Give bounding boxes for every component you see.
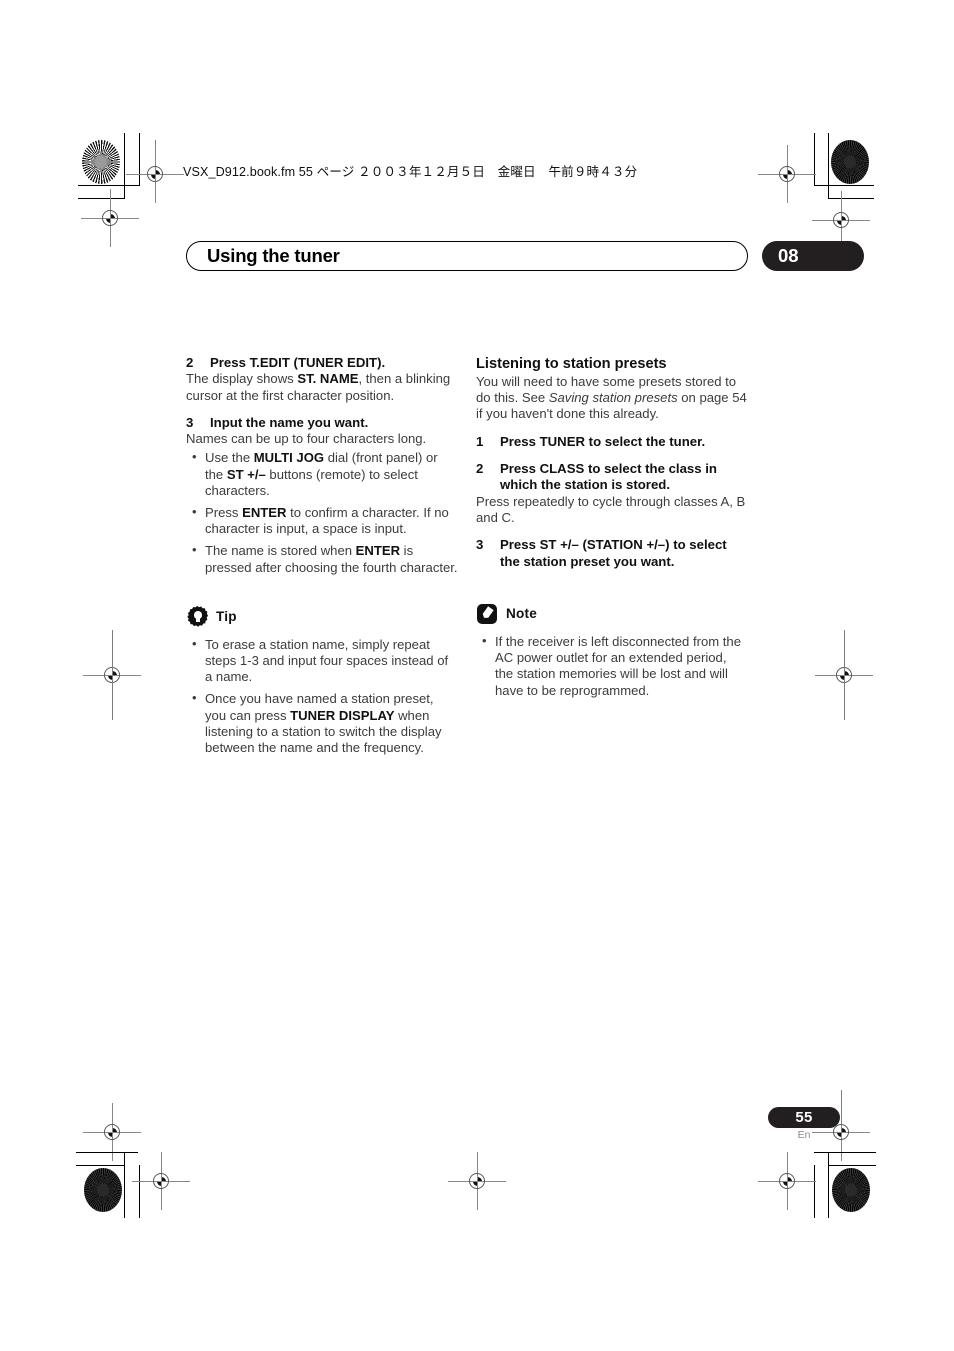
intro-text-italic: Saving station presets xyxy=(548,390,678,406)
crop-mark-br-h1 xyxy=(814,1152,876,1154)
step-2-body: The display shows ST. NAME, then a blink… xyxy=(186,371,458,403)
registration-star-top-left xyxy=(82,140,120,184)
crop-mark-tr-h2 xyxy=(828,198,874,200)
crop-mark-tr-v2 xyxy=(814,133,816,185)
tick-left-middle-v xyxy=(111,630,113,720)
registration-mark-left-upper xyxy=(81,189,139,247)
registration-mark-left-lower xyxy=(83,1103,141,1161)
step-2-body-pre: The display shows xyxy=(186,371,298,387)
step-2-heading: 2 Press T.EDIT (TUNER EDIT). xyxy=(186,355,458,371)
registration-mark-bottom-center xyxy=(448,1152,506,1210)
crop-mark-tl-v1 xyxy=(124,133,126,198)
tip-callout-header: Tip xyxy=(186,605,458,628)
bullet-text-pre: The name is stored when xyxy=(205,543,356,559)
bullet-text-pre: Use the xyxy=(205,450,254,466)
rstep-3-number: 3 xyxy=(476,537,484,553)
list-item: The name is stored when ENTER is pressed… xyxy=(186,542,458,575)
chapter-badge: 08 xyxy=(762,241,864,271)
crop-mark-br-v1 xyxy=(828,1152,830,1218)
crop-mark-bl-v1 xyxy=(124,1152,126,1218)
step-3-heading: 3 Input the name you want. xyxy=(186,415,458,431)
bullet-text-pre: If the receiver is left disconnected fro… xyxy=(495,634,741,698)
registration-mark-bottom-right xyxy=(758,1152,816,1210)
list-item: Press ENTER to confirm a character. If n… xyxy=(186,504,458,537)
step-2-body-bold: ST. NAME xyxy=(297,371,359,387)
gear-lightbulb-icon xyxy=(186,605,208,628)
crop-mark-tl-v2 xyxy=(139,133,141,185)
page-title-bar: Using the tuner xyxy=(186,241,748,271)
print-file-header: VSX_D912.book.fm 55 ページ ２００３年１２月５日 金曜日 午… xyxy=(183,165,638,179)
list-item: Once you have named a station preset, yo… xyxy=(186,690,458,756)
rstep-2-heading: 2 Press CLASS to select the class in whi… xyxy=(476,461,748,494)
tick-right-middle-v xyxy=(843,630,845,720)
bullet-text-bold: TUNER DISPLAY xyxy=(290,707,395,723)
crop-mark-tl-h2 xyxy=(78,198,125,200)
bullet-text-pre: Press xyxy=(205,505,243,521)
crop-mark-bl-v2 xyxy=(139,1165,141,1218)
rstep-1-number: 1 xyxy=(476,433,484,449)
step-3-title: Input the name you want. xyxy=(210,414,369,430)
crop-mark-tl-h1 xyxy=(78,185,140,187)
note-callout-header: Note xyxy=(476,603,748,625)
registration-star-bottom-right xyxy=(832,1168,870,1212)
tip-label: Tip xyxy=(216,608,237,624)
bullet-text-bold: ENTER xyxy=(242,505,287,521)
rstep-3-title: Press ST +/– (STATION +/–) to select the… xyxy=(500,537,727,569)
page-language-label: En xyxy=(797,1129,811,1141)
registration-mark-bottom-left xyxy=(132,1152,190,1210)
registration-star-bottom-left xyxy=(84,1168,122,1212)
step-2-number: 2 xyxy=(186,355,194,370)
crop-mark-br-h2 xyxy=(828,1165,876,1167)
tip-bullet-list: To erase a station name, simply repeat s… xyxy=(186,636,458,756)
list-item: To erase a station name, simply repeat s… xyxy=(186,636,458,686)
bullet-text-bold: MULTI JOG xyxy=(253,450,325,466)
rstep-2-body: Press repeatedly to cycle through classe… xyxy=(476,493,746,526)
step-2-title: Press T.EDIT (TUNER EDIT). xyxy=(210,355,386,370)
rstep-2-number: 2 xyxy=(476,461,484,477)
registration-mark-top-left xyxy=(126,145,184,203)
registration-star-top-right xyxy=(831,140,869,184)
page-number-badge: 55 xyxy=(768,1107,840,1128)
registration-mark-right-upper xyxy=(812,191,870,249)
bullet-text-pre: To erase a station name, simply repeat s… xyxy=(205,636,449,685)
note-label: Note xyxy=(506,605,538,621)
rstep-2-title: Press CLASS to select the class in which… xyxy=(500,461,717,493)
section-heading: Listening to station presets xyxy=(476,356,667,372)
list-item: Use the MULTI JOG dial (front panel) or … xyxy=(186,449,458,499)
pencil-icon xyxy=(476,603,498,625)
crop-mark-tr-v1 xyxy=(828,133,830,198)
bullet-text-bold2: ST +/– xyxy=(226,466,266,482)
page-title: Using the tuner xyxy=(207,245,340,266)
bullet-text-bold: ENTER xyxy=(355,543,401,559)
right-column: Listening to station presets You will ne… xyxy=(476,355,748,705)
crop-mark-tr-h1 xyxy=(814,185,874,187)
rstep-3-heading: 3 Press ST +/– (STATION +/–) to select t… xyxy=(476,537,748,570)
crop-mark-bl-h2 xyxy=(76,1165,124,1167)
rstep-1-heading: 1 Press TUNER to select the tuner. xyxy=(476,434,748,450)
section-heading-wrap: Listening to station presets xyxy=(476,355,748,373)
step-3-body: Names can be up to four characters long. xyxy=(186,431,427,447)
registration-mark-top-right xyxy=(758,145,816,203)
step-3-number: 3 xyxy=(186,414,194,430)
step-3-bullet-list: Use the MULTI JOG dial (front panel) or … xyxy=(186,449,458,575)
crop-mark-bl-h1 xyxy=(76,1152,138,1154)
section-intro: You will need to have some presets store… xyxy=(476,374,748,423)
rstep-1-title: Press TUNER to select the tuner. xyxy=(500,433,706,449)
note-bullet-list: If the receiver is left disconnected fro… xyxy=(476,633,748,699)
tick-right-lower-v xyxy=(840,1090,842,1135)
list-item: If the receiver is left disconnected fro… xyxy=(476,633,748,699)
crop-mark-br-v2 xyxy=(814,1165,816,1218)
left-column: 2 Press T.EDIT (TUNER EDIT). The display… xyxy=(186,355,458,762)
